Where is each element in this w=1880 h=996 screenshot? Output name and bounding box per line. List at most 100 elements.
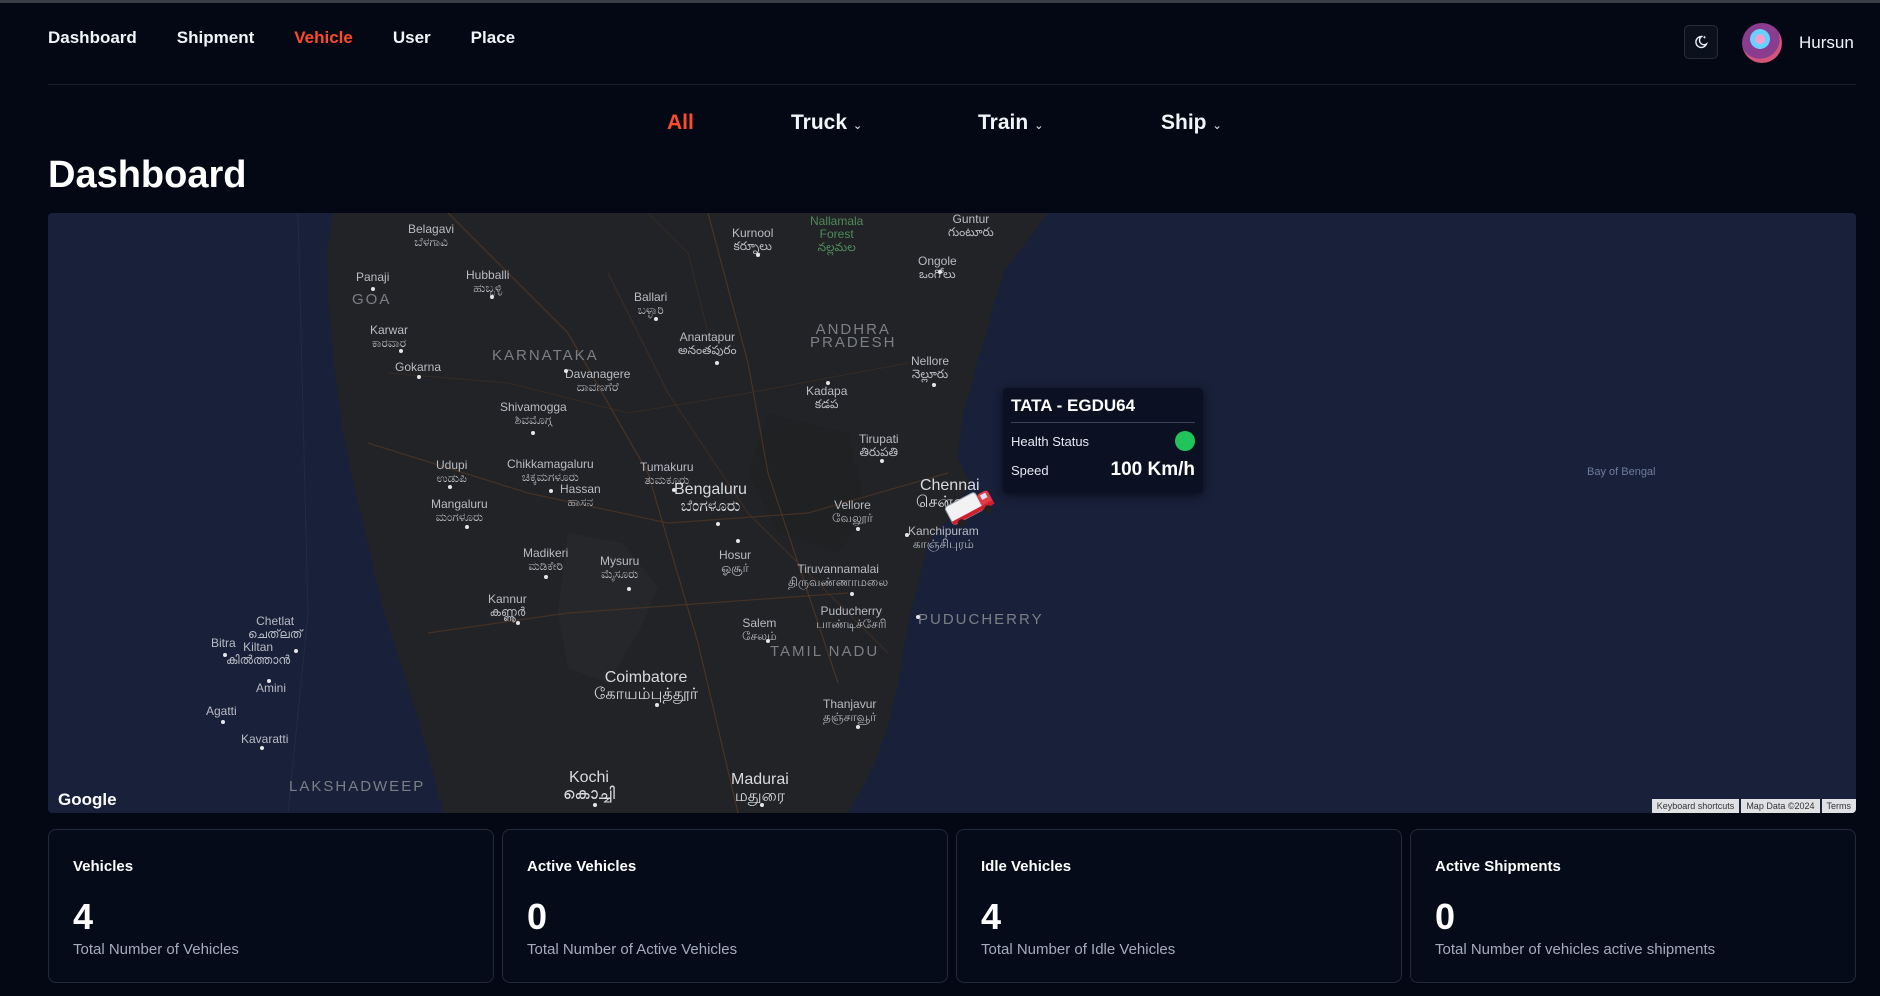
map-label-coimbatore: Coimbatore கோயம்புத்தூர் [594,669,699,703]
stat-card-active-shipments: Active Shipments 0 Total Number of vehic… [1410,829,1856,983]
map-city-dot [715,361,719,365]
map-city-dot [221,720,225,724]
map-city-dot [490,295,494,299]
health-status-row: Health Status [1011,431,1195,451]
theme-toggle-button[interactable] [1684,25,1718,59]
speed-row: Speed 100 Km/h [1011,459,1195,481]
map-label-davanagere: Davanagere ದಾವಣಗೆರೆ [565,367,631,394]
moon-stars-icon [1695,35,1708,49]
stat-value: 4 [73,896,94,937]
map-city-dot [826,381,830,385]
map-label-andhra-pradesh: ANDHRA PRADESH [810,321,897,351]
map-city-dot [766,639,770,643]
map-label-chetlat: Chetlat ചെത്‌ലത് [248,614,303,641]
keyboard-shortcuts-link[interactable]: Keyboard shortcuts [1651,799,1740,813]
map-label-panaji: Panaji [356,270,390,284]
chevron-down-icon: ⌄ [1034,120,1044,132]
map-label-tiruvannamalai: Tiruvannamalai திருவண்ணாமலை [788,562,889,589]
nav-item-vehicle[interactable]: Vehicle [294,28,353,48]
map-label-gokarna: Gokarna [395,360,442,374]
map-label-guntur: Guntur గుంటూరు [948,213,994,239]
vehicle-map[interactable]: Guntur గుంటూరు Kurnool కర్నూలు Nallamala Fo… [48,213,1856,813]
stat-card-idle-vehicles: Idle Vehicles 4 Total Number of Idle Veh… [956,829,1402,983]
stat-title: Active Vehicles [527,858,637,875]
stat-subtitle: Total Number of Idle Vehicles [981,941,1176,958]
map-city-dot [448,485,452,489]
map-city-dot [716,522,720,526]
map-label-puducherry-city: Puducherry பாண்டிச்சேரி [816,604,887,631]
nav-item-place[interactable]: Place [471,28,515,48]
map-city-dot [399,349,403,353]
tab-ship[interactable]: Ship ⌄ [1161,111,1222,135]
stat-value: 0 [527,896,548,937]
map-label-agatti: Agatti [206,704,237,718]
header-divider [48,84,1856,85]
map-city-dot [850,592,854,596]
stat-title: Active Shipments [1435,858,1561,875]
map-label-belagavi: Belagavi ಬೆಳಗಾವಿ [408,222,455,249]
google-logo: Google [58,790,117,809]
map-city-dot [736,539,740,543]
map-city-dot [916,615,920,619]
stat-subtitle: Total Number of Active Vehicles [527,941,738,958]
map-label-kurnool: Kurnool కర్నూలు [732,226,774,253]
tab-train[interactable]: Train ⌄ [978,111,1043,135]
tab-train-label: Train [978,111,1029,134]
map-label-goa: GOA [352,291,392,308]
chevron-down-icon: ⌄ [1212,120,1222,132]
map-city-dot [417,375,421,379]
truck-icon[interactable] [941,486,997,528]
nav-item-user[interactable]: User [393,28,431,48]
map-label-chikkamagaluru: Chikkamagaluru ಚಿಕ್ಕಮಗಳೂರು [507,457,594,484]
tab-ship-label: Ship [1161,111,1207,134]
map-city-dot [593,803,597,807]
map-label-nellore: Nellore నెల్లూరు [911,354,950,381]
tab-truck[interactable]: Truck ⌄ [791,111,862,135]
vehicle-info-popup: TATA - EGDU64 Health Status Speed 100 Km… [1003,388,1203,493]
tab-all[interactable]: All [667,111,694,135]
tab-truck-label: Truck [791,111,848,134]
health-status-indicator [1175,431,1195,451]
terms-link[interactable]: Terms [1821,799,1856,813]
map-label-ballari: Ballari ಬಳ್ಳಾರಿ [634,290,668,317]
map-city-dot [371,287,375,291]
map-label-nallamala: Nallamala Forest నల్లమల [810,214,864,254]
map-label-thanjavur: Thanjavur தஞ்சாவூர் [823,697,877,724]
map-label-mysuru: Mysuru ಮೈಸೂರು [600,554,640,581]
map-city-dot [260,746,264,750]
chevron-down-icon: ⌄ [853,120,863,132]
map-data-text: Map Data ©2024 [1741,799,1820,813]
map-label-karnataka: KARNATAKA [492,347,599,364]
map-city-dot [627,587,631,591]
map-city-dot [564,369,568,373]
map-label-salem: Salem சேலம் [742,616,777,643]
user-name[interactable]: Hursun [1799,33,1854,53]
map-city-dot [531,431,535,435]
map-city-dot [267,679,271,683]
nav-item-dashboard[interactable]: Dashboard [48,28,137,48]
health-status-label: Health Status [1011,433,1090,449]
map-city-dot [856,527,860,531]
stat-subtitle: Total Number of Vehicles [73,941,239,958]
map-city-dot [756,253,760,257]
map-city-dot [516,621,520,625]
map-label-vellore: Vellore வேலூர் [832,498,873,525]
window-top-border [0,0,1880,3]
stat-card-vehicles: Vehicles 4 Total Number of Vehicles [48,829,494,983]
map-label-lakshadweep: LAKSHADWEEP [289,778,426,795]
map-city-dot [932,383,936,387]
map-label-madikeri: Madikeri ಮಡಿಕೇರಿ [523,546,569,573]
map-city-dot [544,575,548,579]
map-label-ongole: Ongole ఒంగోలు [918,254,957,281]
map-city-dot [880,459,884,463]
map-label-kannur: Kannur കണ്ണൂർ [488,592,527,619]
map-city-dot [672,488,676,492]
map-label-anantapur: Anantapur అనంతపురం [678,330,737,357]
nav-item-shipment[interactable]: Shipment [177,28,254,48]
map-city-dot [655,703,659,707]
map-label-kochi: Kochi കൊച്ചി [563,769,615,803]
avatar[interactable] [1742,23,1782,63]
map-label-mangaluru: Mangaluru ಮಂಗಳೂರು [431,497,488,524]
map-label-hosur: Hosur ஓசூர் [719,548,752,575]
map-label-amini: Amini [256,681,287,695]
